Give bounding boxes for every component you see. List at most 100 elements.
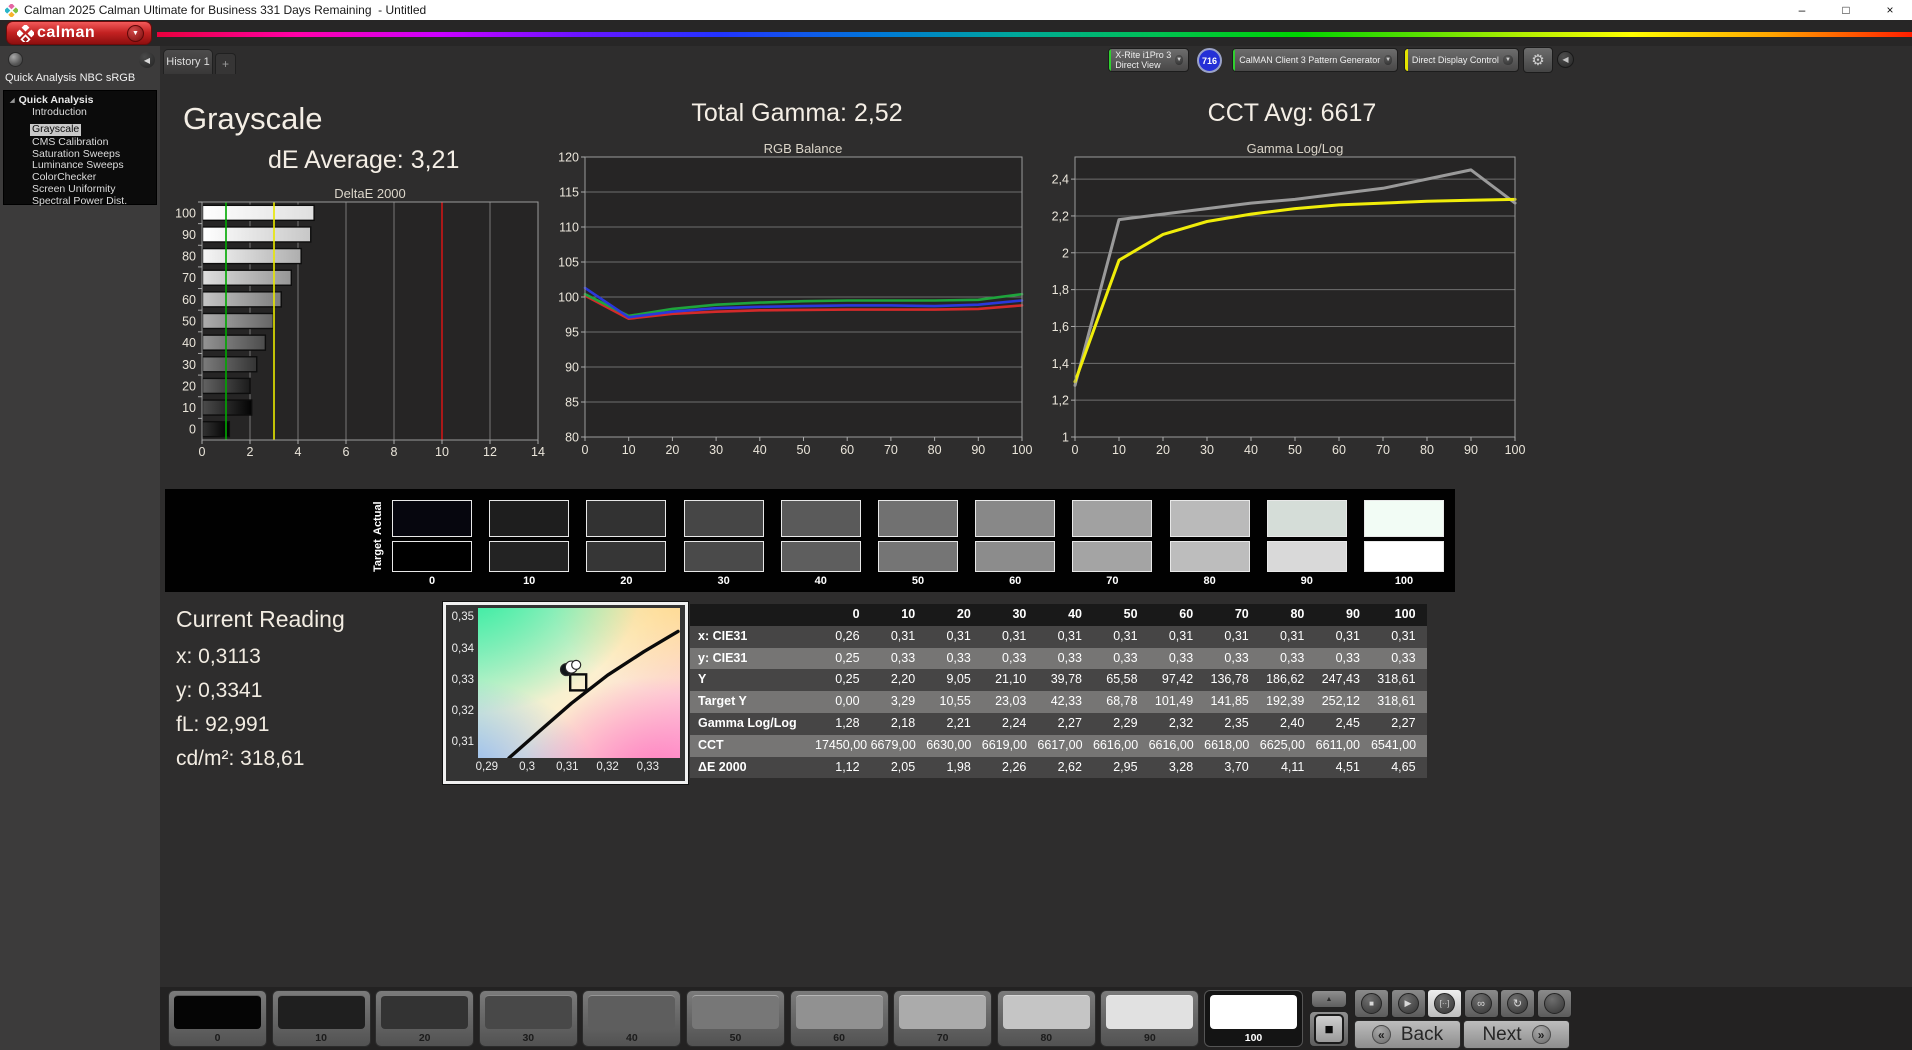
de-average-heading: dE Average: 3,21 [268, 146, 460, 174]
patch-button-100[interactable]: 100 [1204, 990, 1303, 1047]
actual-swatch-100 [1364, 500, 1444, 537]
patch-swatch-30 [484, 995, 572, 1029]
patch-label: 90 [1144, 1032, 1156, 1044]
svg-text:115: 115 [559, 186, 579, 200]
minimize-button[interactable]: – [1780, 0, 1824, 20]
display-control-button[interactable]: Direct Display Control ▼ [1404, 48, 1519, 72]
tree-expander-icon[interactable]: ◢ [10, 97, 15, 104]
table-cell: 2,05 [870, 756, 927, 779]
table-cell: 0,25 [815, 669, 871, 692]
table-cell: 21,10 [981, 669, 1038, 692]
table-cell: 2,18 [870, 712, 927, 735]
patch-button-50[interactable]: 50 [686, 990, 785, 1047]
display-dropdown-icon[interactable]: ▼ [1502, 55, 1513, 65]
table-cell: 2,27 [1037, 712, 1093, 735]
patch-button-60[interactable]: 60 [789, 990, 889, 1047]
sidebar-dot-button[interactable] [8, 52, 23, 67]
table-cell: 6616,00 [1148, 734, 1205, 757]
table-cell: 68,78 [1092, 691, 1149, 713]
svg-text:1: 1 [1062, 431, 1069, 445]
cie-gamut-plot [478, 608, 680, 758]
patch-button-20[interactable]: 20 [375, 990, 475, 1047]
tree-item-introduction[interactable]: Introduction [32, 106, 156, 119]
table-cell: 2,20 [870, 669, 927, 692]
table-col-header-90: 90 [1315, 604, 1371, 626]
table-cell: 2,95 [1092, 756, 1149, 779]
svg-text:4: 4 [295, 445, 302, 459]
strip-level-label-60: 60 [1009, 575, 1022, 587]
pattern-generator-button[interactable]: CalMAN Client 3 Pattern Generator ▼ [1232, 48, 1398, 72]
close-button[interactable]: × [1868, 0, 1912, 20]
pattern-window-button[interactable]: ■ [1309, 1011, 1349, 1047]
table-cell: 1,98 [926, 756, 982, 779]
play-button[interactable]: ▶ [1390, 989, 1426, 1018]
sidebar-collapse-button[interactable]: ◀ [139, 52, 155, 68]
svg-text:80: 80 [928, 443, 942, 457]
display-control-label: Direct Display Control [1411, 55, 1499, 65]
patch-swatch-90 [1106, 995, 1194, 1029]
table-cell: 0,31 [981, 625, 1038, 648]
svg-text:50: 50 [797, 443, 811, 457]
continuous-mode-button[interactable]: ∞ [1463, 989, 1499, 1018]
deltae-bar-40 [201, 334, 267, 351]
table-cell: 252,12 [1315, 691, 1371, 713]
patch-scroll-up-button[interactable]: ▲ [1311, 990, 1347, 1008]
table-cell: 4,11 [1259, 756, 1316, 779]
table-cell: 0,33 [926, 647, 982, 670]
collapse-panel-button[interactable]: ◀ [1557, 51, 1574, 68]
stop-button[interactable]: ■ [1354, 989, 1389, 1018]
patch-button-90[interactable]: 90 [1100, 990, 1200, 1047]
table-col-header-50: 50 [1092, 604, 1149, 626]
cie-x-tick: 0,31 [556, 761, 579, 773]
measurement-table: 0 10 20 30 40 50 60 70 80 90 100 x: CIE31 0,26 0,31 0,… [690, 604, 1427, 779]
table-cell: 0,31 [926, 625, 982, 648]
back-button[interactable]: « Back [1354, 1020, 1461, 1049]
tree-item-cms-calibration[interactable]: CMS Calibration [32, 136, 156, 149]
svg-text:1,6: 1,6 [1052, 320, 1069, 334]
pattern-dropdown-icon[interactable]: ▼ [1384, 55, 1392, 65]
patch-button-0[interactable]: 0 [168, 990, 267, 1047]
add-tab-button[interactable]: + [215, 53, 236, 74]
grayscale-swatch-strip: Actual Target 0 10 20 30 40 50 60 70 80 90 100 [165, 489, 1455, 592]
status-circle-button[interactable] [1536, 989, 1572, 1018]
loop-icon: ↻ [1512, 998, 1523, 1010]
calman-dropdown-icon[interactable]: ▼ [127, 24, 144, 42]
calman-menu-button[interactable]: calman ▼ [6, 21, 152, 45]
restore-button[interactable]: □ [1824, 0, 1868, 20]
cie-chromaticity-panel: 0,35 0,34 0,33 0,32 0,31 0,29 0,3 0,31 0,32 0,33 [443, 602, 688, 784]
meter-dropdown-icon[interactable]: ▼ [1175, 55, 1183, 65]
settings-button[interactable]: ⚙ [1523, 47, 1553, 73]
svg-text:2: 2 [1062, 246, 1069, 260]
table-col-header-10: 10 [870, 604, 927, 626]
patch-button-70[interactable]: 70 [893, 990, 993, 1047]
chevron-left-icon: ◀ [1562, 55, 1569, 64]
table-cell: 0,33 [1315, 647, 1371, 670]
table-cell: 0,31 [1148, 625, 1205, 648]
next-button[interactable]: Next » [1463, 1020, 1570, 1049]
tree-root-quick-analysis[interactable]: ◢ Quick Analysis [10, 94, 156, 106]
patch-button-40[interactable]: 40 [582, 990, 682, 1047]
svg-text:20: 20 [665, 443, 679, 457]
table-cell: 101,49 [1148, 691, 1205, 713]
tab-history-1[interactable]: History 1 [163, 49, 213, 74]
calman-app-icon [5, 3, 18, 17]
tree-item-spectral-power-dist-[interactable]: Spectral Power Dist. [32, 195, 156, 208]
meter-sync-badge[interactable]: 716 [1197, 48, 1222, 73]
patch-button-80[interactable]: 80 [996, 990, 1096, 1047]
meter-device-button[interactable]: X-Rite i1Pro 3 Direct View ▼ [1108, 48, 1189, 72]
tree-item-grayscale[interactable]: Grayscale [30, 123, 82, 136]
patch-button-30[interactable]: 30 [478, 990, 578, 1047]
svg-text:2,2: 2,2 [1052, 209, 1069, 223]
step-mode-button[interactable]: [··] [1427, 989, 1462, 1018]
sync-button[interactable]: ↻ [1500, 989, 1535, 1018]
step-icon: [··] [1439, 999, 1450, 1008]
svg-text:30: 30 [1200, 443, 1214, 457]
up-arrow-icon: ▲ [1325, 995, 1333, 1003]
patch-button-10[interactable]: 10 [271, 990, 371, 1047]
sidebar: ◀ Quick Analysis NBC sRGB ◢ Quick Analys… [0, 46, 160, 1050]
infinity-icon: ∞ [1477, 997, 1485, 1010]
svg-text:60: 60 [182, 293, 196, 307]
actual-swatch-70 [1072, 500, 1153, 537]
tree-item-screen-uniformity[interactable]: Screen Uniformity [32, 183, 156, 196]
svg-text:50: 50 [1288, 443, 1302, 457]
